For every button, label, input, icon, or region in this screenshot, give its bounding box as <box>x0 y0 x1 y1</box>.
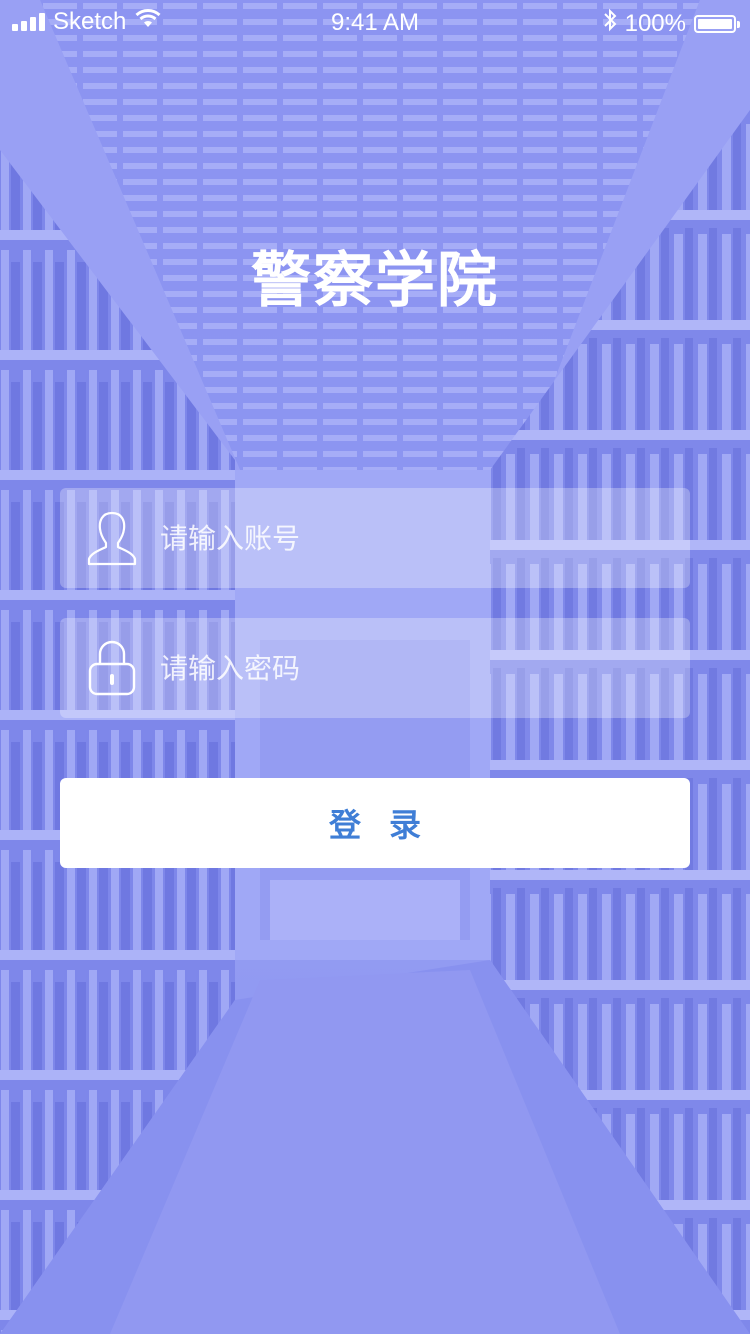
bluetooth-icon <box>603 8 617 39</box>
battery-fill <box>698 18 732 29</box>
login-screen: Sketch 9:41 AM 100% 警察学院 请输入账号 登录 <box>0 0 750 1334</box>
account-input[interactable] <box>160 521 670 555</box>
status-bar: Sketch 9:41 AM 100% <box>0 0 750 44</box>
status-right: 100% <box>603 8 740 39</box>
app-title: 警察学院 <box>251 246 499 316</box>
password-input[interactable] <box>160 651 670 685</box>
password-field[interactable] <box>60 618 690 718</box>
battery-percent: 100% <box>624 9 686 37</box>
login-button[interactable]: 登录 <box>60 778 690 868</box>
user-icon <box>84 508 140 568</box>
battery-icon <box>694 14 740 33</box>
lock-icon <box>84 638 140 698</box>
account-field[interactable] <box>60 488 690 588</box>
